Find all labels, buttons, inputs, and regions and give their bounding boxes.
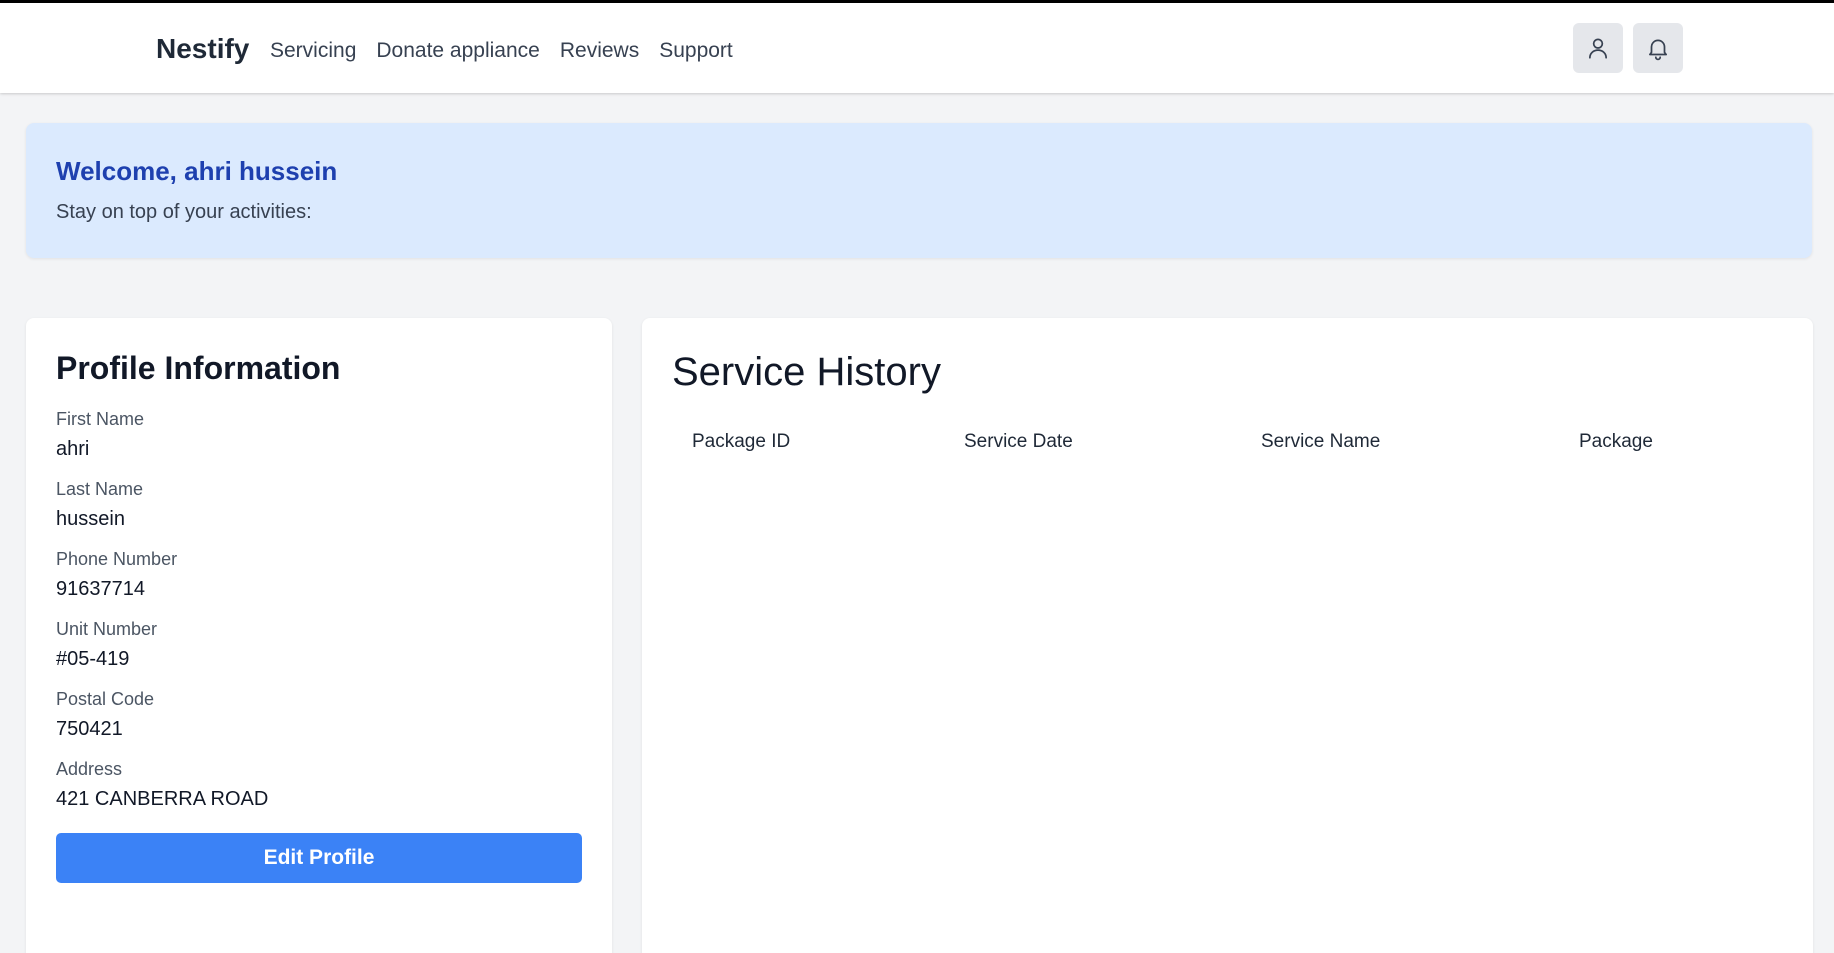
column-header-package[interactable]: Package <box>1559 431 1783 453</box>
profile-card: Profile Information First Name ahri Last… <box>26 318 612 953</box>
column-header-service-name[interactable]: Service Name <box>1241 431 1559 453</box>
navbar: Nestify Servicing Donate appliance Revie… <box>0 3 1834 93</box>
field-label: Phone Number <box>56 549 178 569</box>
service-history-table: Package ID Service Date Service Name Pac… <box>672 431 1783 453</box>
column-header-package-id[interactable]: Package ID <box>672 431 944 453</box>
field-label: Postal Code <box>56 689 155 709</box>
field-label: Last Name <box>56 479 144 499</box>
field-phone-number: Phone Number 91637714 <box>56 549 582 601</box>
field-label: Unit Number <box>56 619 158 639</box>
field-value: 421 CANBERRA ROAD <box>56 788 269 810</box>
field-value: #05-419 <box>56 648 130 670</box>
service-history-title: Service History <box>672 350 941 394</box>
edit-profile-button[interactable]: Edit Profile <box>56 833 582 883</box>
field-label: Address <box>56 759 123 779</box>
field-unit-number: Unit Number #05-419 <box>56 619 582 671</box>
nav-link-servicing[interactable]: Servicing <box>270 39 356 63</box>
profile-title: Profile Information <box>56 350 341 386</box>
welcome-banner: Welcome, ahri hussein Stay on top of you… <box>26 123 1812 258</box>
field-address: Address 421 CANBERRA ROAD <box>56 759 582 811</box>
welcome-title: Welcome, ahri hussein <box>56 156 338 186</box>
field-last-name: Last Name hussein <box>56 479 582 531</box>
table-header-row: Package ID Service Date Service Name Pac… <box>672 431 1783 453</box>
bell-icon <box>1649 39 1667 61</box>
nav-link-support[interactable]: Support <box>659 39 733 63</box>
field-label: First Name <box>56 409 145 429</box>
profile-button[interactable] <box>1573 23 1623 73</box>
nav-link-reviews[interactable]: Reviews <box>560 39 639 63</box>
brand-logo[interactable]: Nestify <box>156 33 249 65</box>
field-postal-code: Postal Code 750421 <box>56 689 582 741</box>
welcome-subtitle: Stay on top of your activities: <box>56 201 312 223</box>
field-value: hussein <box>56 508 125 530</box>
column-header-service-date[interactable]: Service Date <box>944 431 1241 453</box>
user-icon <box>1589 38 1607 59</box>
nav-link-donate-appliance[interactable]: Donate appliance <box>376 39 539 63</box>
field-value: ahri <box>56 438 90 460</box>
field-first-name: First Name ahri <box>56 409 582 461</box>
notifications-button[interactable] <box>1633 23 1683 73</box>
nav-links: Servicing Donate appliance Reviews Suppo… <box>270 39 733 63</box>
field-value: 91637714 <box>56 578 145 600</box>
field-value: 750421 <box>56 718 123 740</box>
service-history-card: Service History Package ID Service Date … <box>642 318 1813 953</box>
